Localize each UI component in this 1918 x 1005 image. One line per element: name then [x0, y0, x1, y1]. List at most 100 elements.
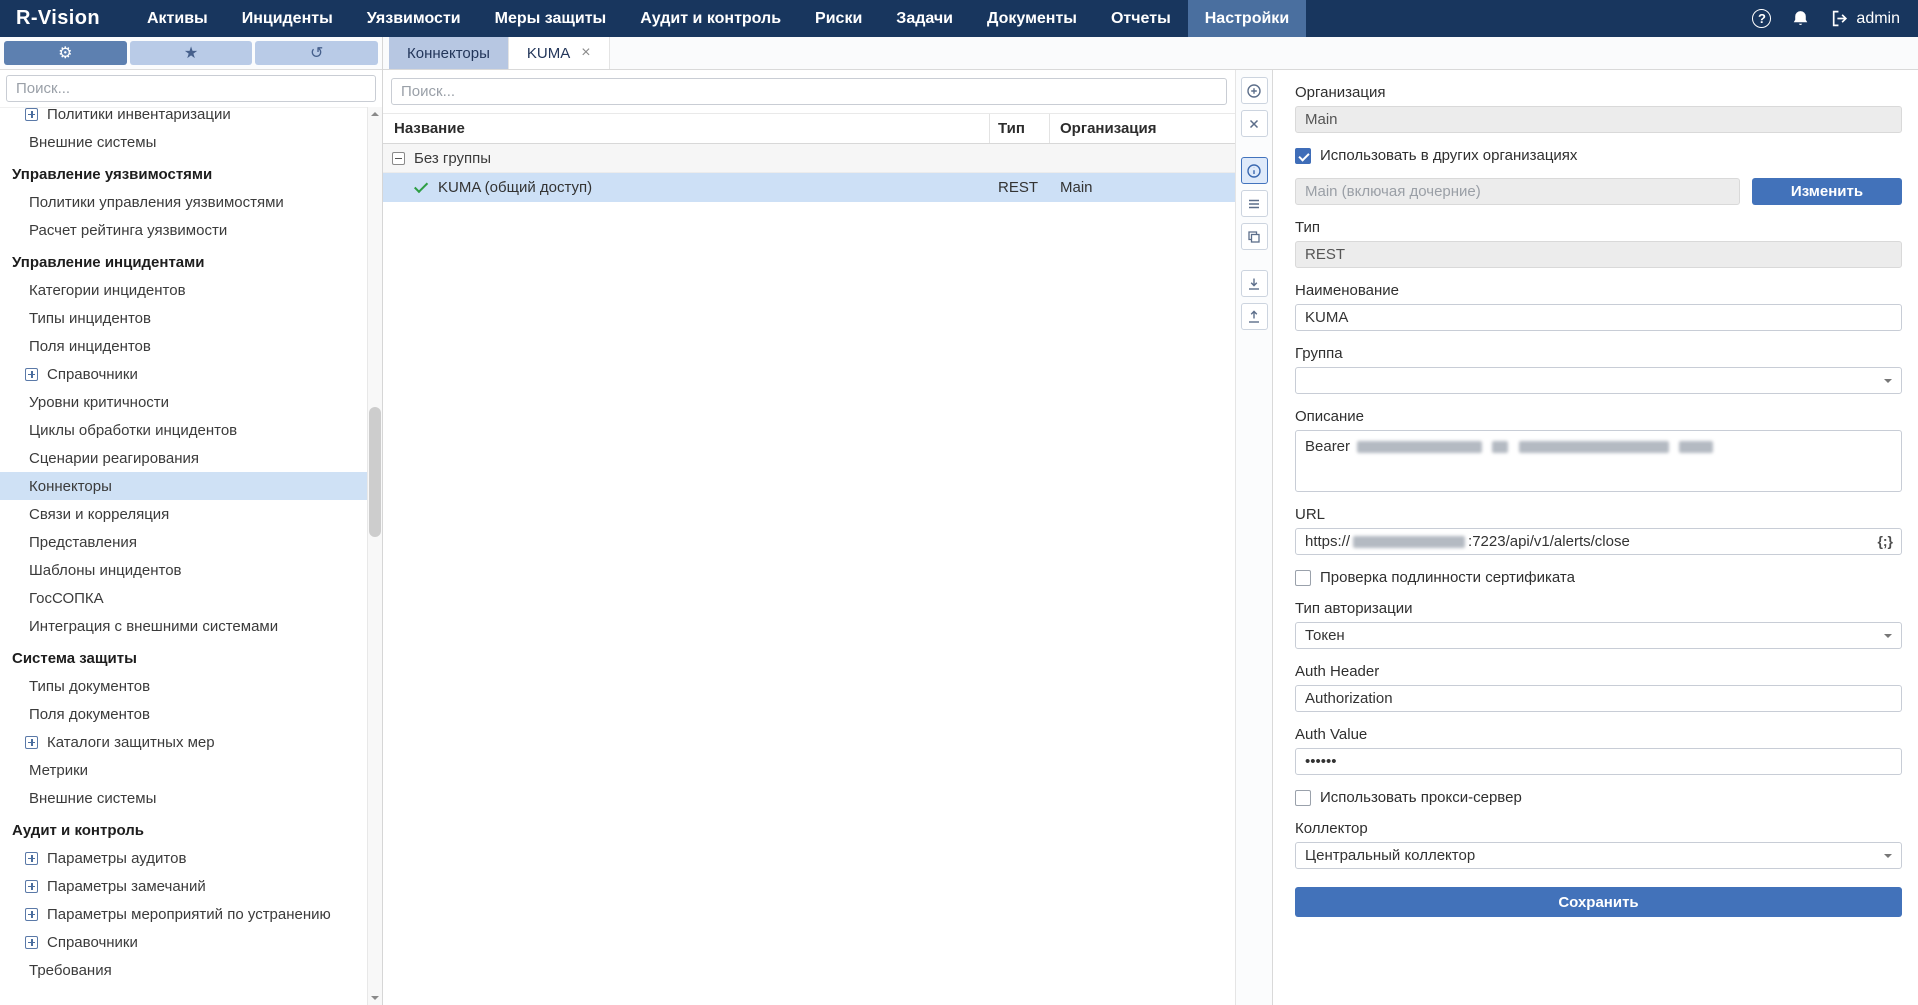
group-row[interactable]: Без группы: [383, 144, 1235, 173]
group-select[interactable]: [1295, 367, 1902, 394]
scroll-up-icon[interactable]: [371, 112, 379, 116]
checkbox-checked-icon[interactable]: [1295, 148, 1311, 164]
collector-select[interactable]: Центральный коллектор: [1295, 842, 1902, 869]
auth-type-select[interactable]: Токен: [1295, 622, 1902, 649]
copy-icon[interactable]: [1241, 223, 1268, 250]
nav-item[interactable]: Документы: [970, 0, 1094, 37]
export-icon[interactable]: [1241, 303, 1268, 330]
tree-item[interactable]: Внешние системы: [0, 784, 367, 812]
tree-item[interactable]: Параметры замечаний: [0, 872, 367, 900]
delete-icon[interactable]: [1241, 110, 1268, 137]
tree-item[interactable]: Политики управления уязвимостями: [0, 188, 367, 216]
save-button[interactable]: Сохранить: [1295, 887, 1902, 917]
sidebar-search-input[interactable]: [6, 75, 376, 102]
tab-connectors[interactable]: Коннекторы: [389, 37, 508, 69]
nav-item[interactable]: Меры защиты: [478, 0, 624, 37]
tree-item[interactable]: Внешние системы: [0, 128, 367, 156]
auth-header-input[interactable]: [1295, 685, 1902, 712]
close-tab-icon[interactable]: ×: [581, 45, 590, 61]
info-icon[interactable]: [1241, 157, 1268, 184]
tree-item[interactable]: Политики инвентаризации: [0, 108, 367, 128]
main-body: Название Тип Организация Без группы KUMA…: [383, 70, 1918, 1005]
nav-item[interactable]: Отчеты: [1094, 0, 1188, 37]
tree-item[interactable]: Каталоги защитных мер: [0, 728, 367, 756]
tree-item[interactable]: Метрики: [0, 756, 367, 784]
checkbox-unchecked-icon[interactable]: [1295, 790, 1311, 806]
proxy-checkbox-row[interactable]: Использовать прокси-сервер: [1295, 789, 1902, 806]
expand-plus-icon[interactable]: [25, 368, 38, 381]
add-icon[interactable]: [1241, 77, 1268, 104]
nav-item[interactable]: Инциденты: [225, 0, 350, 37]
tree-item-label: Параметры мероприятий по устранению: [47, 906, 331, 923]
expand-plus-icon[interactable]: [25, 852, 38, 865]
tree-item[interactable]: Интеграция с внешними системами: [0, 612, 367, 640]
tree-item[interactable]: Система защиты: [0, 644, 367, 672]
tab-kuma[interactable]: KUMA ×: [508, 37, 610, 69]
tab-favorites[interactable]: ★: [130, 41, 253, 65]
tree-item[interactable]: Сценарии реагирования: [0, 444, 367, 472]
change-button[interactable]: Изменить: [1752, 178, 1902, 205]
nav-item[interactable]: Уязвимости: [350, 0, 478, 37]
tree-item[interactable]: Типы документов: [0, 672, 367, 700]
tab-settings-tree[interactable]: ⚙: [4, 41, 127, 65]
column-header-org[interactable]: Организация: [1050, 114, 1235, 143]
nav-item[interactable]: Аудит и контроль: [623, 0, 798, 37]
user-menu[interactable]: admin: [1830, 9, 1900, 28]
tree-item[interactable]: Типы инцидентов: [0, 304, 367, 332]
column-header-type[interactable]: Тип: [990, 114, 1050, 143]
bell-icon[interactable]: [1791, 9, 1810, 28]
expand-plus-icon[interactable]: [25, 736, 38, 749]
list-search-input[interactable]: [391, 78, 1227, 105]
collapse-minus-icon[interactable]: [392, 152, 405, 165]
tree-item[interactable]: Параметры мероприятий по устранению: [0, 900, 367, 928]
tree-item[interactable]: Коннекторы: [0, 472, 367, 500]
tree-item[interactable]: Справочники: [0, 360, 367, 388]
tree-item[interactable]: Поля документов: [0, 700, 367, 728]
share-checkbox-row[interactable]: Использовать в других организациях: [1295, 147, 1902, 164]
sidebar-scrollbar[interactable]: [367, 107, 382, 1005]
tree-item[interactable]: ГосСОПКА: [0, 584, 367, 612]
navbar-right: ? admin: [1752, 0, 1918, 37]
list-icon[interactable]: [1241, 190, 1268, 217]
help-icon[interactable]: ?: [1752, 9, 1771, 28]
tree-item[interactable]: Требования: [0, 956, 367, 984]
tab-connectors-label: Коннекторы: [407, 45, 490, 62]
nav-item[interactable]: Риски: [798, 0, 879, 37]
url-input[interactable]: https:// :7223/api/v1/alerts/close {;}: [1295, 528, 1902, 555]
table-row[interactable]: KUMA (общий доступ) REST Main: [383, 173, 1235, 202]
scrollbar-thumb[interactable]: [369, 407, 381, 537]
name-input[interactable]: [1295, 304, 1902, 331]
tree-item[interactable]: Представления: [0, 528, 367, 556]
nav-item[interactable]: Активы: [130, 0, 225, 37]
tree-item[interactable]: Расчет рейтинга уязвимости: [0, 216, 367, 244]
tree-item[interactable]: Связи и корреляция: [0, 500, 367, 528]
expand-plus-icon[interactable]: [25, 908, 38, 921]
type-label: Тип: [1295, 219, 1902, 236]
expand-plus-icon[interactable]: [25, 880, 38, 893]
expand-plus-icon[interactable]: [25, 108, 38, 121]
org-scope-row: Изменить: [1295, 178, 1902, 205]
tree-item[interactable]: Аудит и контроль: [0, 816, 367, 844]
tree-item[interactable]: Категории инцидентов: [0, 276, 367, 304]
tree-item[interactable]: Управление уязвимостями: [0, 160, 367, 188]
tree-item[interactable]: Уровни критичности: [0, 388, 367, 416]
tab-history[interactable]: ↺: [255, 41, 378, 65]
nav-item[interactable]: Задачи: [879, 0, 970, 37]
tree-item[interactable]: Параметры аудитов: [0, 844, 367, 872]
cert-checkbox-row[interactable]: Проверка подлинности сертификата: [1295, 569, 1902, 586]
tree-item[interactable]: Циклы обработки инцидентов: [0, 416, 367, 444]
tree-item-label: Шаблоны инцидентов: [29, 562, 182, 579]
import-icon[interactable]: [1241, 270, 1268, 297]
description-textarea[interactable]: Bearer: [1295, 430, 1902, 492]
scroll-down-icon[interactable]: [371, 996, 379, 1000]
checkbox-unchecked-icon[interactable]: [1295, 570, 1311, 586]
variables-icon[interactable]: {;}: [1877, 533, 1893, 549]
auth-value-input[interactable]: [1295, 748, 1902, 775]
tree-item[interactable]: Шаблоны инцидентов: [0, 556, 367, 584]
expand-plus-icon[interactable]: [25, 936, 38, 949]
tree-item[interactable]: Справочники: [0, 928, 367, 956]
nav-item[interactable]: Настройки: [1188, 0, 1306, 37]
column-header-name[interactable]: Название: [383, 114, 990, 143]
tree-item[interactable]: Управление инцидентами: [0, 248, 367, 276]
tree-item[interactable]: Поля инцидентов: [0, 332, 367, 360]
